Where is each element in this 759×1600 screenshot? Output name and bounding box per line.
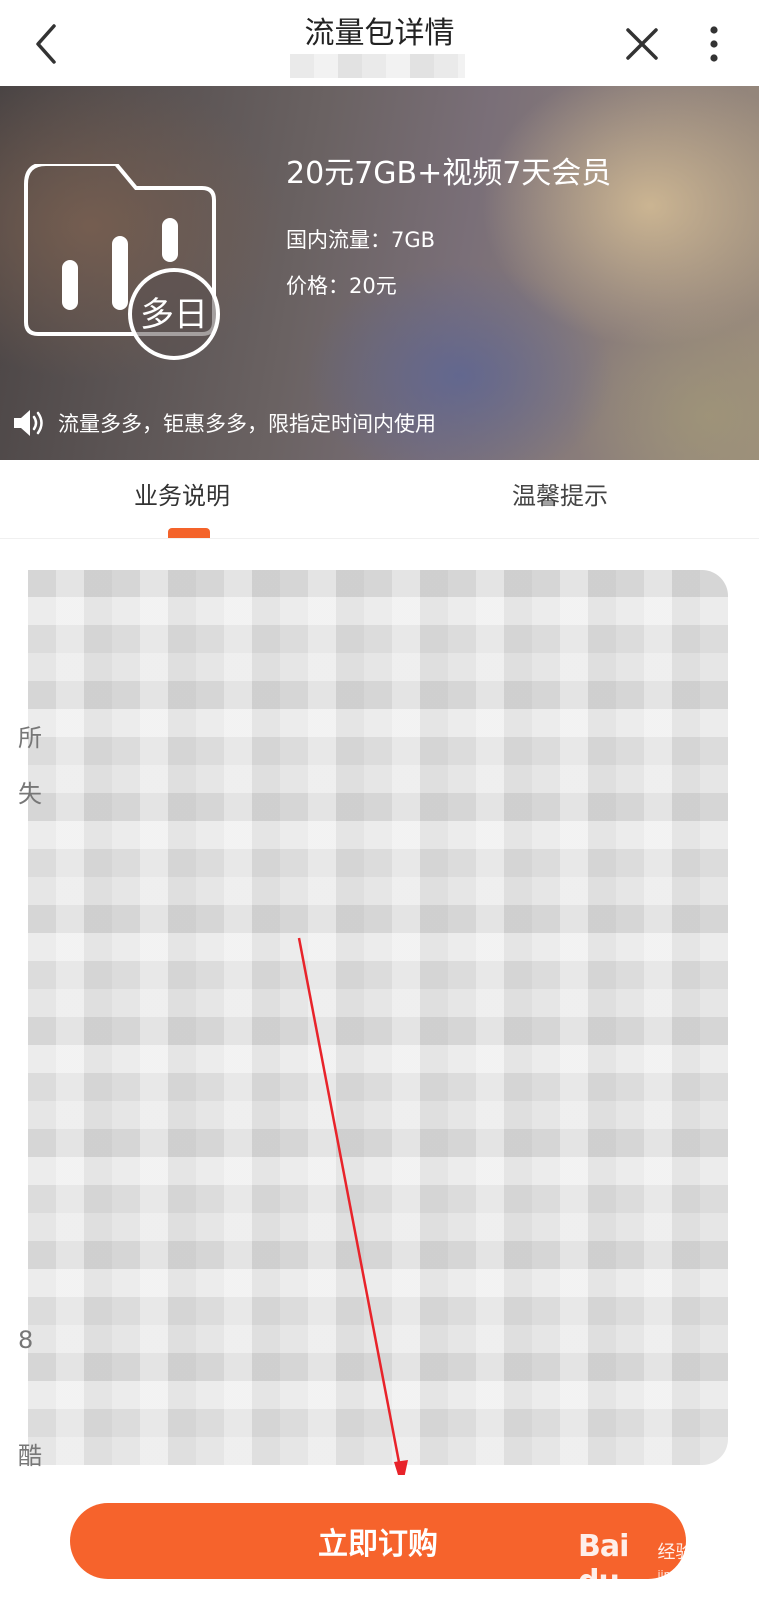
notice-bar: 流量多多，钜惠多多，限指定时间内使用	[12, 406, 436, 440]
description-content: 所 失 8 酷	[0, 540, 759, 1475]
watermark-text: 经验 jingyan.baidu.com	[657, 1543, 759, 1585]
watermark-text-bottom: jingyan.baidu.com	[657, 1568, 759, 1581]
bottom-action-bar: 立即订购 Bai du 经验 jingyan.baidu.com	[0, 1475, 759, 1600]
tab-bar: 业务说明 温馨提示	[0, 460, 759, 539]
visible-char: 8	[18, 1326, 34, 1354]
visible-char: 失	[18, 780, 42, 808]
blurred-subtitle	[290, 54, 465, 78]
data-package-icon: 多日	[24, 164, 220, 360]
package-banner: 多日 20元7GB+视频7天会员 国内流量：7GB 价格：20元 流量多多，钜惠…	[0, 86, 759, 460]
partially-visible-text: 所 失 8 酷	[18, 620, 42, 1470]
watermark-logo: Bai du	[578, 1529, 629, 1599]
close-button[interactable]	[620, 22, 664, 66]
visible-char: 酷	[18, 1442, 42, 1470]
top-navigation-bar: 流量包详情	[0, 0, 759, 86]
notice-text: 流量多多，钜惠多多，限指定时间内使用	[58, 412, 436, 436]
tab-business-description[interactable]: 业务说明	[134, 476, 230, 511]
visible-char: 所	[18, 724, 42, 752]
more-vertical-icon	[710, 26, 718, 62]
multi-day-badge: 多日	[140, 295, 208, 335]
watermark-text-top: 经验	[657, 1542, 694, 1563]
package-name: 20元7GB+视频7天会员	[286, 156, 612, 191]
tab-warm-tips[interactable]: 温馨提示	[512, 476, 608, 511]
pixelated-text-block	[28, 570, 728, 1465]
speaker-icon	[14, 410, 43, 436]
active-tab-indicator	[168, 528, 210, 538]
package-price: 价格：20元	[286, 274, 397, 298]
package-domestic-data: 国内流量：7GB	[286, 228, 436, 252]
close-icon	[626, 28, 658, 60]
baidu-watermark: Bai du 经验 jingyan.baidu.com	[578, 1529, 759, 1599]
more-options-button[interactable]	[700, 20, 728, 68]
